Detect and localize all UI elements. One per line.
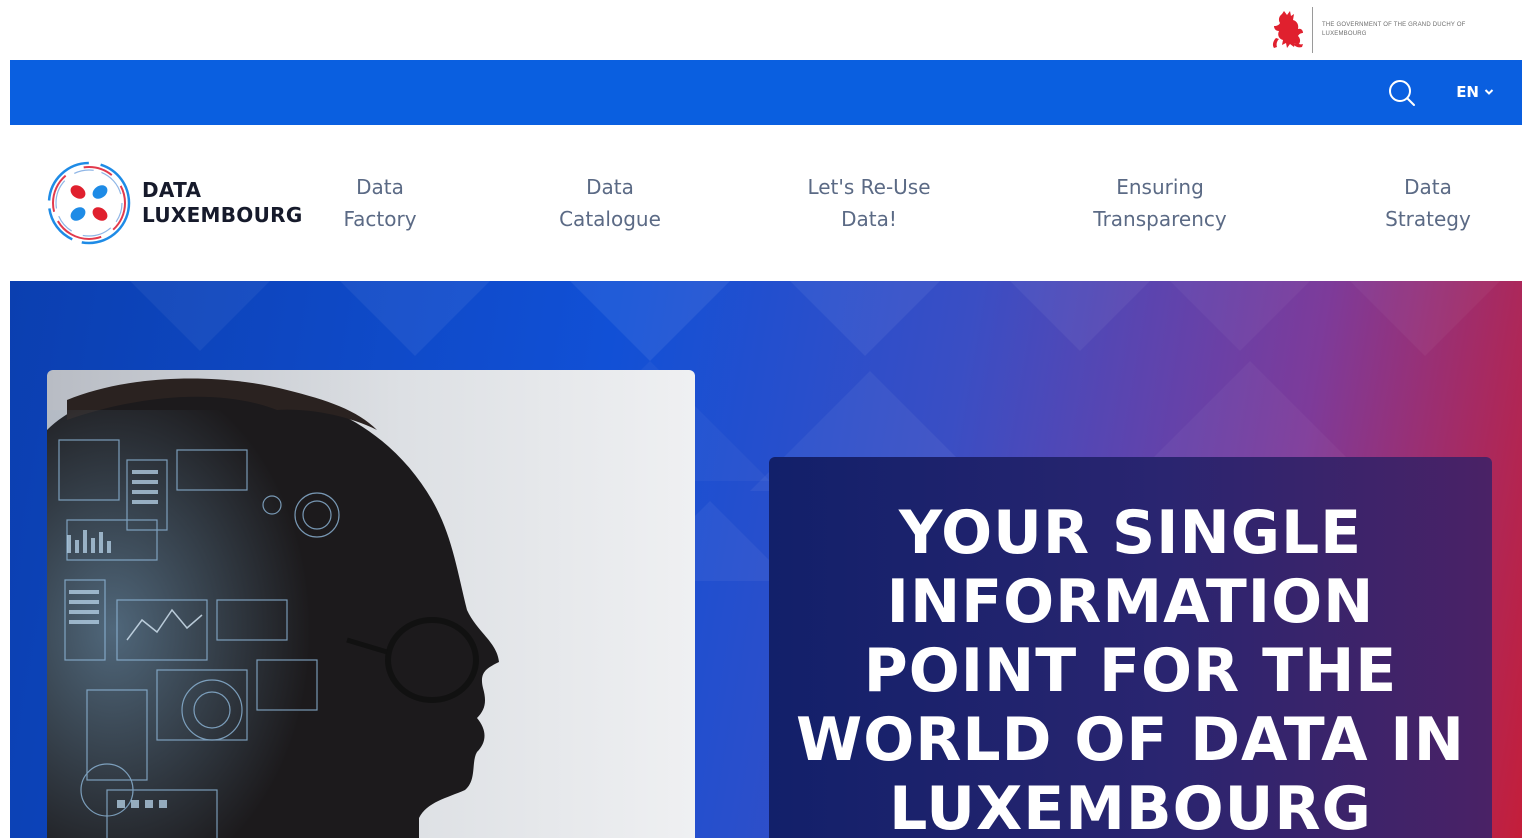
search-icon (1389, 80, 1415, 106)
nav-item-label-line1: Data (356, 175, 404, 199)
government-name: THE GOVERNMENT OF THE GRAND DUCHY OF LUX… (1322, 22, 1466, 37)
nav-item-label-line1: Let's Re-Use (807, 175, 931, 199)
nav-item-label-line2: Transparency (1093, 207, 1227, 231)
nav-item-label-line1: Data (1404, 175, 1452, 199)
brand-home-link[interactable]: DATA LUXEMBOURG (46, 160, 303, 246)
headline-panel: YOUR SINGLE INFORMATION POINT FOR THE WO… (769, 457, 1492, 838)
brand-line-1: DATA (142, 178, 202, 202)
nav-item-data-catalogue[interactable]: Data Catalogue (550, 171, 670, 235)
red-lion-icon (1272, 11, 1303, 48)
data-luxembourg-logo-icon (47, 161, 131, 245)
hero-headline-line-1: YOUR SINGLE (898, 498, 1363, 568)
hero-headline-line-2: INFORMATION (886, 567, 1375, 637)
chevron-down-icon (1484, 89, 1494, 95)
nav-item-data-factory[interactable]: Data Factory (335, 171, 425, 235)
nav-item-data-strategy[interactable]: Data Strategy (1378, 171, 1478, 235)
hero-headline: YOUR SINGLE INFORMATION POINT FOR THE WO… (769, 499, 1492, 838)
hero-headline-line-4: WORLD OF DATA IN (796, 705, 1465, 775)
brand-name: DATA LUXEMBOURG (142, 178, 303, 228)
government-bar: THE GOVERNMENT OF THE GRAND DUCHY OF LUX… (10, 0, 1522, 60)
person-with-data-overlay-illustration (47, 378, 499, 838)
nav-item-label-line2: Strategy (1385, 207, 1471, 231)
government-logo[interactable]: THE GOVERNMENT OF THE GRAND DUCHY OF LUX… (1270, 6, 1492, 54)
nav-item-label-line2: Data! (841, 207, 897, 231)
search-button[interactable] (1386, 77, 1418, 109)
brand-line-2: LUXEMBOURG (142, 203, 303, 227)
main-navigation: DATA LUXEMBOURG Data Factory Data Catalo… (10, 125, 1522, 281)
hero-headline-line-5: LUXEMBOURG (889, 774, 1372, 838)
utility-bar: EN (10, 60, 1522, 125)
hero-section: YOUR SINGLE INFORMATION POINT FOR THE WO… (10, 281, 1522, 838)
nav-item-label-line2: Factory (343, 207, 417, 231)
hero-image (47, 370, 695, 838)
nav-item-label-line2: Catalogue (559, 207, 661, 231)
nav-item-lets-re-use-data[interactable]: Let's Re-Use Data! (794, 171, 944, 235)
nav-item-label-line1: Ensuring (1116, 175, 1204, 199)
hero-headline-line-3: POINT FOR THE (863, 636, 1398, 706)
logo-divider (1312, 7, 1313, 53)
language-label: EN (1456, 83, 1479, 101)
nav-item-ensuring-transparency[interactable]: Ensuring Transparency (1080, 171, 1240, 235)
language-selector[interactable]: EN (1456, 80, 1494, 104)
nav-item-label-line1: Data (586, 175, 634, 199)
